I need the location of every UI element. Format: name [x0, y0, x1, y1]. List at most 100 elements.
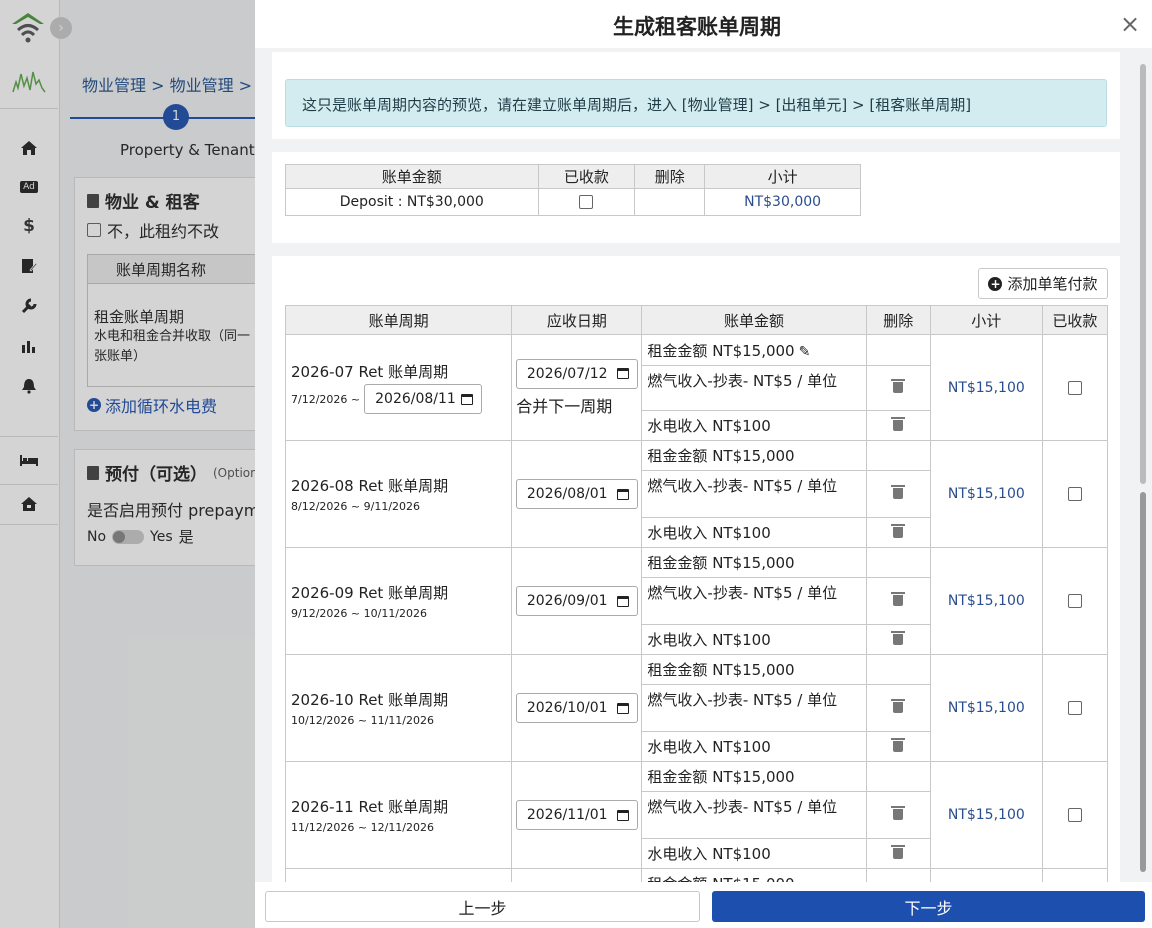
trash-icon[interactable] — [891, 630, 906, 645]
due-date-input[interactable]: 2026/10/01 — [515, 693, 638, 723]
rent-amount: 租金金额 NT$15,000 — [647, 341, 795, 360]
add-single-payment-button[interactable]: + 添加单笔付款 — [978, 268, 1108, 299]
rent-amount: 租金金额 NT$15,000 — [641, 547, 867, 578]
period-subtotal: NT$15,100 — [929, 654, 1043, 762]
deposit-panel: 账单金额 已收款 删除 小计 Deposit : NT$30,000 NT$30… — [272, 152, 1120, 243]
utility-amount: 水电收入 NT$100 — [641, 410, 867, 441]
period-paid-checkbox[interactable] — [1067, 380, 1082, 395]
table-row: 租金金额 NT$15,000 — [284, 868, 1109, 882]
trash-icon[interactable] — [891, 416, 906, 431]
billing-periods-table: 账单周期 应收日期 账单金额 删除 小计 已收款 2026-07 Ret 账单周… — [284, 305, 1109, 882]
deposit-amount: Deposit : NT$30,000 — [285, 188, 539, 216]
column-header: 账单金额 — [641, 305, 867, 335]
column-header: 已收款 — [537, 164, 636, 189]
column-header: 小计 — [929, 305, 1043, 335]
scrollbar[interactable] — [1138, 52, 1148, 882]
table-row: 2026-11 Ret 账单周期 11/12/2026 ~ 12/11/2026… — [284, 761, 1109, 869]
period-cell: 2026-10 Ret 账单周期 10/12/2026 ~ 11/11/2026 — [284, 654, 513, 762]
deposit-table: 账单金额 已收款 删除 小计 Deposit : NT$30,000 NT$30… — [285, 164, 861, 216]
column-header: 小计 — [704, 164, 861, 189]
period-subtotal: NT$15,100 — [929, 440, 1043, 548]
modal-footer: 上一步 下一步 — [255, 882, 1152, 928]
period-range: 8/12/2026 ~ 9/11/2026 — [291, 500, 421, 513]
trash-icon[interactable] — [891, 737, 906, 752]
utility-amount: 水电收入 NT$100 — [641, 624, 867, 655]
utility-amount: 水电收入 NT$100 — [641, 731, 867, 762]
gas-amount: 燃气收入-抄表- NT$5 / 单位 — [641, 684, 867, 732]
utility-amount: 水电收入 NT$100 — [641, 517, 867, 548]
period-subtotal: NT$15,100 — [929, 761, 1043, 869]
preview-notice: 这只是账单周期内容的预览，请在建立账单周期后，进入 [物业管理] > [出租单元… — [285, 79, 1107, 127]
period-paid-checkbox[interactable] — [1067, 487, 1082, 501]
periods-panel: + 添加单笔付款 账单周期 应收日期 账单金额 删除 小计 已收款 2026-0… — [272, 256, 1120, 882]
table-row: 2026-08 Ret 账单周期 8/12/2026 ~ 9/11/2026 2… — [284, 440, 1109, 548]
due-date-input[interactable]: 2026/07/12 — [515, 358, 638, 389]
rent-amount: 租金金额 NT$15,000 — [641, 654, 867, 685]
due-date-input[interactable]: 2026/08/01 — [515, 479, 638, 509]
modal-title: 生成租客账单周期 — [613, 15, 781, 39]
merge-note: 合并下一周期 — [516, 396, 613, 416]
close-icon[interactable]: × — [1118, 12, 1142, 36]
column-header: 账单金额 — [285, 164, 539, 189]
period-subtotal: NT$15,100 — [929, 334, 1043, 441]
table-row: 2026-07 Ret 账单周期 7/12/2026 ~ 2026/08/11 … — [284, 334, 1109, 441]
billing-period-modal: 生成租客账单周期 × 这只是账单周期内容的预览，请在建立账单周期后，进入 [物业… — [255, 0, 1152, 928]
period-subtotal: NT$15,100 — [929, 547, 1043, 655]
period-range: 9/12/2026 ~ 10/11/2026 — [291, 607, 428, 620]
rent-amount: 租金金额 NT$15,000 — [641, 440, 867, 471]
previous-step-button[interactable]: 上一步 — [265, 891, 700, 922]
due-date-input[interactable]: 2026/11/01 — [515, 800, 638, 830]
calendar-icon — [616, 702, 629, 714]
period-cell: 2026-08 Ret 账单周期 8/12/2026 ~ 9/11/2026 — [284, 440, 513, 548]
period-cell: 2026-07 Ret 账单周期 7/12/2026 ~ 2026/08/11 — [284, 334, 513, 441]
column-header: 应收日期 — [511, 305, 643, 335]
due-date-input[interactable]: 2026/09/01 — [515, 586, 638, 616]
trash-icon[interactable] — [891, 592, 906, 606]
table-row: 2026-10 Ret 账单周期 10/12/2026 ~ 11/11/2026… — [284, 654, 1109, 762]
table-row: 2026-09 Ret 账单周期 9/12/2026 ~ 10/11/2026 … — [284, 547, 1109, 655]
gas-amount: 燃气收入-抄表- NT$5 / 单位 — [641, 577, 867, 625]
gas-amount: 燃气收入-抄表- NT$5 / 单位 — [641, 365, 867, 411]
notice-panel: 这只是账单周期内容的预览，请在建立账单周期后，进入 [物业管理] > [出租单元… — [272, 52, 1120, 139]
calendar-icon — [616, 368, 629, 379]
period-end-date-input[interactable]: 2026/08/11 — [364, 384, 483, 414]
gas-amount: 燃气收入-抄表- NT$5 / 单位 — [641, 470, 867, 518]
utility-amount: 水电收入 NT$100 — [641, 838, 867, 869]
gas-amount: 燃气收入-抄表- NT$5 / 单位 — [641, 791, 867, 839]
period-range: 10/12/2026 ~ 11/11/2026 — [291, 714, 435, 727]
trash-icon[interactable] — [891, 379, 906, 393]
trash-icon[interactable] — [891, 485, 906, 499]
column-header: 已收款 — [1041, 305, 1109, 335]
trash-icon[interactable] — [891, 806, 906, 820]
calendar-icon — [616, 595, 629, 607]
rent-amount: 租金金额 NT$15,000 — [641, 761, 867, 792]
period-name: 2026-09 Ret 账单周期 — [291, 584, 449, 602]
calendar-icon — [616, 809, 629, 821]
period-paid-checkbox[interactable] — [1067, 701, 1082, 715]
period-name: 2026-10 Ret 账单周期 — [291, 691, 449, 709]
trash-icon[interactable] — [891, 844, 906, 859]
trash-icon[interactable] — [891, 699, 906, 713]
column-header: 账单周期 — [284, 305, 513, 335]
table-row: Deposit : NT$30,000 NT$30,000 — [285, 188, 861, 216]
scrollbar-track — [1140, 64, 1146, 484]
scrollbar-thumb[interactable] — [1140, 492, 1146, 872]
period-paid-checkbox[interactable] — [1067, 808, 1082, 822]
column-header: 删除 — [634, 164, 706, 189]
period-name: 2026-07 Ret 账单周期 — [291, 363, 449, 381]
next-step-button[interactable]: 下一步 — [712, 891, 1145, 922]
period-paid-checkbox[interactable] — [1067, 594, 1082, 608]
period-range: 11/12/2026 ~ 12/11/2026 — [291, 821, 435, 834]
period-range: 7/12/2026 ~ — [291, 392, 361, 406]
period-cell: 2026-09 Ret 账单周期 9/12/2026 ~ 10/11/2026 — [284, 547, 513, 655]
plus-circle-icon: + — [988, 276, 1003, 291]
calendar-icon — [616, 488, 629, 500]
trash-icon[interactable] — [891, 523, 906, 538]
period-name: 2026-08 Ret 账单周期 — [291, 477, 449, 495]
rent-amount: 租金金额 NT$15,000 — [641, 868, 867, 882]
modal-header: 生成租客账单周期 × — [255, 0, 1152, 48]
pencil-icon[interactable]: ✎ — [799, 344, 811, 360]
deposit-paid-checkbox[interactable] — [579, 195, 594, 209]
deposit-delete-cell — [634, 188, 706, 216]
period-name: 2026-11 Ret 账单周期 — [291, 798, 449, 816]
